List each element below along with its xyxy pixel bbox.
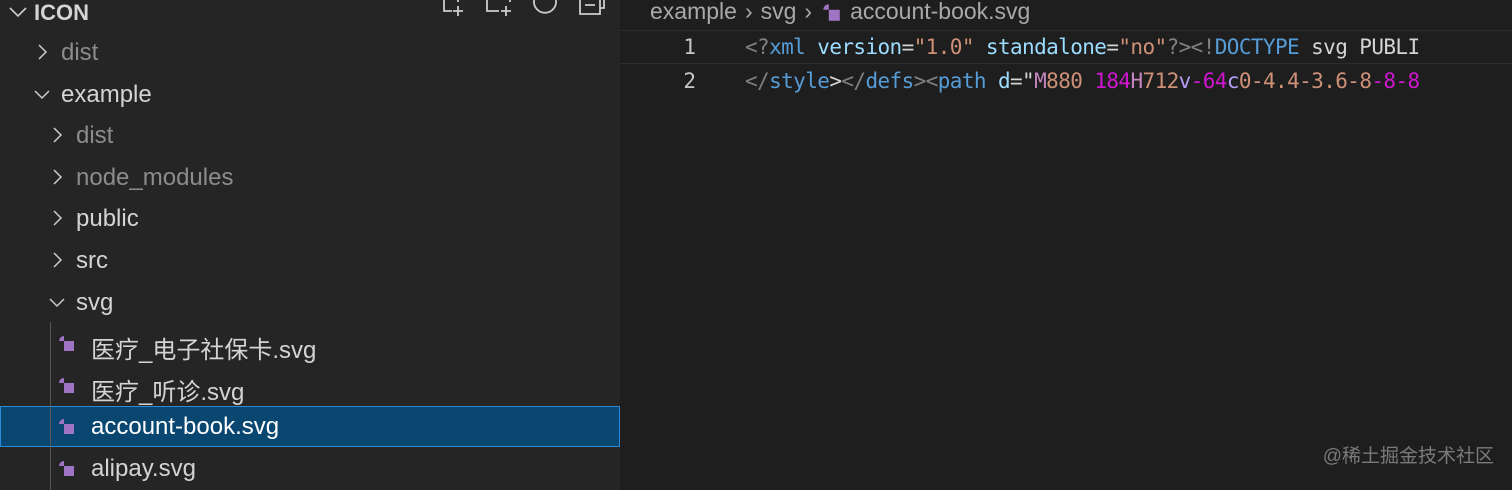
code-line[interactable]: 1 <?xml version="1.0" standalone="no"?><!… (620, 30, 1512, 64)
code-token: -64 (1190, 69, 1228, 93)
svg-file-icon (823, 3, 840, 21)
folder-item[interactable]: dist (0, 115, 620, 156)
code-line[interactable]: 2 </style></defs><path d="M880 184H712v-6… (620, 64, 1512, 98)
watermark: @稀土掘金技术社区 (1322, 446, 1494, 467)
item-label: node_modules (76, 163, 234, 191)
code-text: </style></defs><path d="M880 184H712v-64… (745, 69, 1420, 93)
code-token: 880 (1046, 69, 1083, 93)
code-token: DOCTYPE (1214, 35, 1300, 59)
chevron-down-icon (49, 298, 65, 307)
chevron-right-icon: › (804, 0, 813, 24)
item-label: account-book.svg (91, 413, 280, 441)
editor: example › svg › account-book.svg 1 <?xml … (620, 0, 1512, 490)
code-token: -8-8 (1371, 69, 1420, 93)
code-token: >< (913, 69, 939, 93)
item-label: 医疗_听诊.svg (91, 378, 245, 406)
code-text: <?xml version="1.0" standalone="no"?><!D… (745, 35, 1420, 59)
new-folder-icon[interactable] (484, 0, 516, 18)
item-label: dist (61, 39, 99, 66)
code-token: style (769, 69, 830, 93)
breadcrumb-item[interactable]: example (650, 0, 737, 25)
chevron-right-icon (53, 169, 63, 185)
file-item[interactable]: alipay.svg (0, 448, 620, 489)
chevron-right-icon (53, 252, 63, 268)
chevron-down-icon (34, 90, 50, 99)
breadcrumb-item[interactable]: account-book.svg (850, 0, 1030, 25)
code-token: <? (745, 35, 770, 59)
code-token: xml (769, 35, 806, 59)
code-token: d (985, 69, 1011, 93)
file-item[interactable]: 医疗_电子社保卡.svg (0, 323, 620, 364)
folder-item[interactable]: src (0, 240, 620, 281)
code-token: standalone (973, 35, 1107, 59)
item-label: svg (76, 288, 114, 316)
svg-file-icon (59, 461, 74, 476)
code-token: version (805, 35, 902, 59)
code-token: defs (865, 69, 914, 93)
code-token: H (1130, 69, 1143, 93)
chevron-down-icon (9, 7, 27, 18)
file-item[interactable]: 医疗_听诊.svg (0, 365, 620, 406)
code-token: = (1106, 35, 1119, 59)
line-number: 2 (683, 69, 696, 93)
explorer-sidebar: ICON dist example dist node_modulespublic sr… (0, 0, 620, 490)
item-label: 医疗_电子社保卡.svg (91, 337, 317, 365)
chevron-right-icon (38, 44, 48, 60)
new-file-icon[interactable] (438, 0, 470, 18)
svg-file-icon (59, 419, 74, 435)
chevron-right-icon (53, 210, 63, 226)
code-token: </ (745, 69, 770, 93)
item-label: src (76, 247, 108, 274)
refresh-icon[interactable] (530, 0, 562, 18)
code-token: =" (1010, 69, 1035, 93)
item-label: dist (76, 122, 114, 150)
collapse-all-icon[interactable] (576, 0, 608, 18)
code-token: M (1034, 69, 1047, 93)
folder-item[interactable]: svg (0, 282, 620, 323)
code-token: = (901, 35, 915, 59)
code-token: "no" (1118, 35, 1167, 59)
code-token: 0-4.4-3.6-8 (1238, 69, 1372, 93)
code-token: </ (841, 69, 866, 93)
item-label: public (76, 205, 139, 233)
code-token: "1.0" (913, 35, 975, 59)
code-token: ?><! (1166, 35, 1216, 59)
explorer-header[interactable]: ICON (0, 0, 620, 32)
folder-item[interactable]: example (0, 74, 620, 115)
svg-file-icon (59, 377, 74, 393)
code-token: 184 (1082, 69, 1131, 93)
code-token: svg PUBLI (1299, 35, 1420, 59)
code-token: path (937, 69, 987, 93)
folder-item[interactable]: node_modules (0, 157, 620, 198)
indent-guide (50, 322, 51, 490)
item-label: example (61, 80, 152, 108)
breadcrumb: example › svg › account-book.svg (650, 0, 1030, 25)
item-label: alipay.svg (91, 455, 196, 482)
code-token: c (1226, 69, 1240, 93)
breadcrumb-item[interactable]: svg (761, 0, 797, 25)
code-token: v (1178, 69, 1192, 93)
chevron-right-icon: › (744, 0, 753, 24)
file-item[interactable]: account-book.svg (0, 406, 620, 448)
code-token: 712 (1142, 69, 1180, 93)
svg-file-icon (59, 336, 74, 352)
code-token: > (829, 69, 842, 93)
line-number: 1 (683, 35, 696, 59)
chevron-right-icon (53, 127, 63, 143)
folder-item[interactable]: public (0, 198, 620, 239)
folder-item[interactable]: dist (0, 32, 620, 73)
explorer-title: ICON (34, 0, 89, 25)
